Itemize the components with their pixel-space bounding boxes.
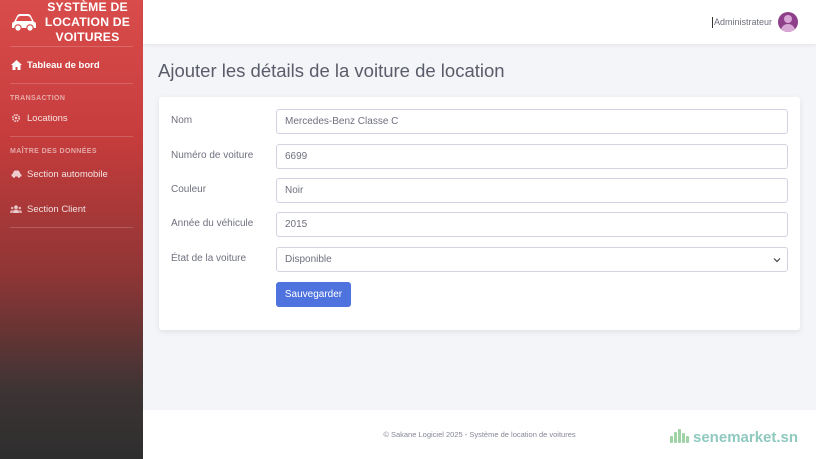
field-label: Couleur <box>171 184 207 195</box>
form-row-nom: Nom Mercedes-Benz Classe C <box>159 109 800 134</box>
etat-voiture-select[interactable]: Disponible <box>276 247 788 272</box>
field-label: Numéro de voiture <box>171 150 254 161</box>
sidebar: SYSTÈME DE LOCATION DE VOITURES Tableau … <box>0 0 143 459</box>
nom-input[interactable]: Mercedes-Benz Classe C <box>276 109 788 134</box>
avatar[interactable] <box>778 12 798 32</box>
sidebar-heading-maitre-des-donnees: MAÎTRE DES DONNÉES <box>10 148 97 155</box>
sidebar-item-tableau-de-bord[interactable]: Tableau de bord <box>0 47 143 83</box>
users-icon <box>10 203 22 215</box>
annee-vehicule-input[interactable]: 2015 <box>276 212 788 237</box>
numero-voiture-input[interactable]: 6699 <box>276 144 788 169</box>
form-row-etat: État de la voiture Disponible <box>159 247 800 272</box>
user-menu[interactable]: Administrateur <box>711 12 798 32</box>
topbar: Administrateur <box>143 0 816 44</box>
sidebar-brand[interactable]: SYSTÈME DE LOCATION DE VOITURES <box>0 0 143 44</box>
couleur-input[interactable]: Noir <box>276 178 788 203</box>
car-form-card: Nom Mercedes-Benz Classe C Numéro de voi… <box>159 97 800 330</box>
select-value: Disponible <box>285 254 332 265</box>
field-label: État de la voiture <box>171 253 247 264</box>
watermark-text: senemarket.sn <box>693 429 798 445</box>
sidebar-item-label: Tableau de bord <box>27 59 100 71</box>
page-title: Ajouter les détails de la voiture de loc… <box>158 60 505 81</box>
sidebar-item-label: Section Client <box>27 203 86 215</box>
sidebar-item-label: Section automobile <box>27 168 108 180</box>
sidebar-item-locations[interactable]: Locations <box>0 104 143 132</box>
sidebar-divider <box>10 227 133 228</box>
watermark-logo: senemarket.sn <box>670 427 806 445</box>
car-small-icon <box>10 168 22 180</box>
sidebar-item-section-client[interactable]: Section Client <box>0 191 143 227</box>
car-icon <box>10 11 38 33</box>
watermark-graphic: senemarket.sn <box>670 429 798 445</box>
form-row-couleur: Couleur Noir <box>159 178 800 203</box>
gear-icon <box>10 112 22 124</box>
home-icon <box>10 59 22 71</box>
save-button[interactable]: Sauvegarder <box>276 282 351 307</box>
sidebar-item-label: Locations <box>27 112 68 124</box>
sidebar-heading-transaction: TRANSACTION <box>10 95 66 102</box>
chevron-down-icon <box>773 256 781 264</box>
footer: © Sakane Logiciel 2025 - Système de loca… <box>143 410 816 459</box>
user-name: Administrateur <box>713 17 772 27</box>
sidebar-item-section-automobile[interactable]: Section automobile <box>0 157 143 191</box>
brand-title: SYSTÈME DE LOCATION DE VOITURES <box>44 0 131 44</box>
form-row-numero: Numéro de voiture 6699 <box>159 144 800 169</box>
text-cursor <box>711 16 713 28</box>
form-row-annee: Année du véhicule 2015 <box>159 212 800 237</box>
field-label: Nom <box>171 115 193 126</box>
field-label: Année du véhicule <box>171 218 254 229</box>
